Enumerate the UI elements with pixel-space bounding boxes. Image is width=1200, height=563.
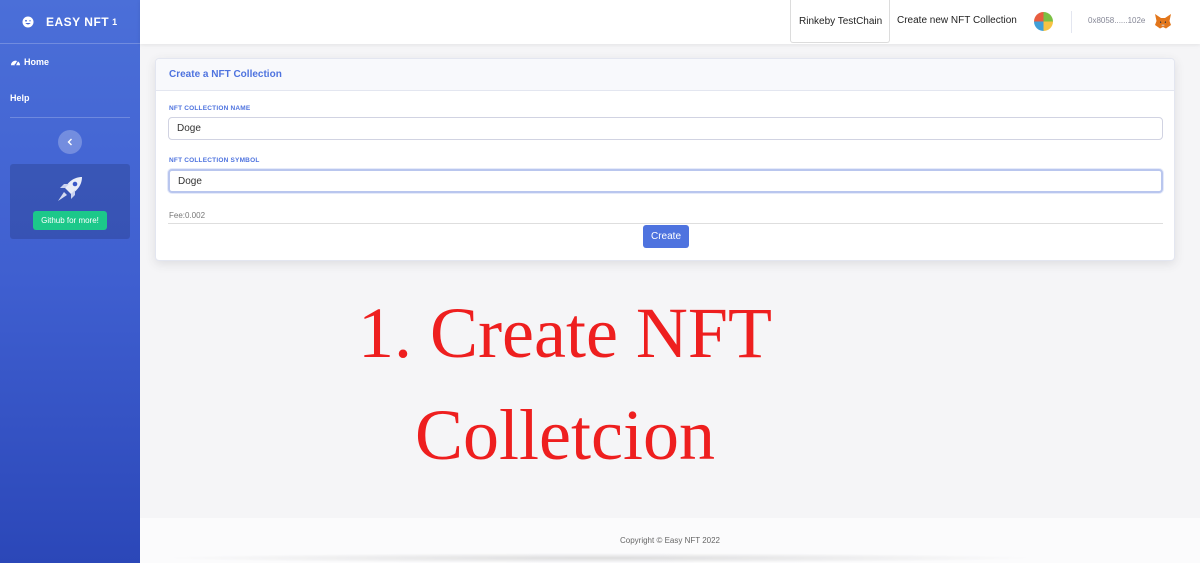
wallet-address[interactable]: 0x8058......102e (1088, 16, 1145, 25)
laugh-wink-icon (22, 16, 34, 27)
footer-shadow (160, 553, 1040, 563)
copyright-text: Copyright © Easy NFT 2022 (619, 536, 720, 545)
tachometer-icon (10, 60, 21, 66)
card-title: Create a NFT Collection (156, 59, 1174, 91)
network-select[interactable]: Rinkeby TestChain (790, 0, 890, 43)
chevron-left-icon (67, 138, 72, 146)
topbar: Rinkeby TestChain Create new NFT Collect… (140, 0, 1200, 44)
collection-name-input[interactable] (168, 117, 1163, 140)
collection-name-label: NFT COLLECTION NAME (169, 105, 251, 112)
sidebar-item-label: Home (24, 57, 50, 67)
create-collection-link[interactable]: Create new NFT Collection (897, 15, 1017, 26)
annotation-line-1: 1. Create NFT (358, 293, 772, 373)
sidebar-divider (10, 117, 130, 118)
create-button[interactable]: Create (643, 225, 689, 248)
sidebar-promo-card: Github for more! (10, 164, 130, 239)
sidebar-toggle-button[interactable] (58, 130, 82, 154)
brand[interactable]: EASY NFT 1 (0, 0, 140, 44)
sidebar-item-help[interactable]: Help (0, 80, 140, 115)
brand-sup: 1 (112, 16, 118, 27)
rocket-icon (58, 177, 82, 201)
topbar-divider (1071, 11, 1072, 33)
github-button[interactable]: Github for more! (33, 211, 107, 230)
sidebar-item-label: Help (10, 92, 30, 103)
collection-symbol-input[interactable] (168, 169, 1163, 193)
avatar[interactable] (1034, 12, 1053, 31)
sidebar-item-home[interactable]: Home (0, 44, 140, 80)
annotation-overlay: 1. Create NFT Colletcion (300, 282, 830, 486)
network-label: Rinkeby TestChain (799, 15, 883, 27)
create-collection-card: Create a NFT Collection NFT COLLECTION N… (155, 58, 1175, 261)
fee-divider (168, 223, 1163, 224)
fee-text: Fee:0.002 (169, 211, 206, 220)
sidebar: EASY NFT 1 Home Help Github for more! (0, 0, 140, 563)
collection-symbol-label: NFT COLLECTION SYMBOL (169, 157, 260, 164)
metamask-fox-icon[interactable] (1154, 12, 1172, 30)
annotation-line-2: Colletcion (415, 395, 715, 475)
brand-title: EASY NFT (46, 14, 110, 29)
